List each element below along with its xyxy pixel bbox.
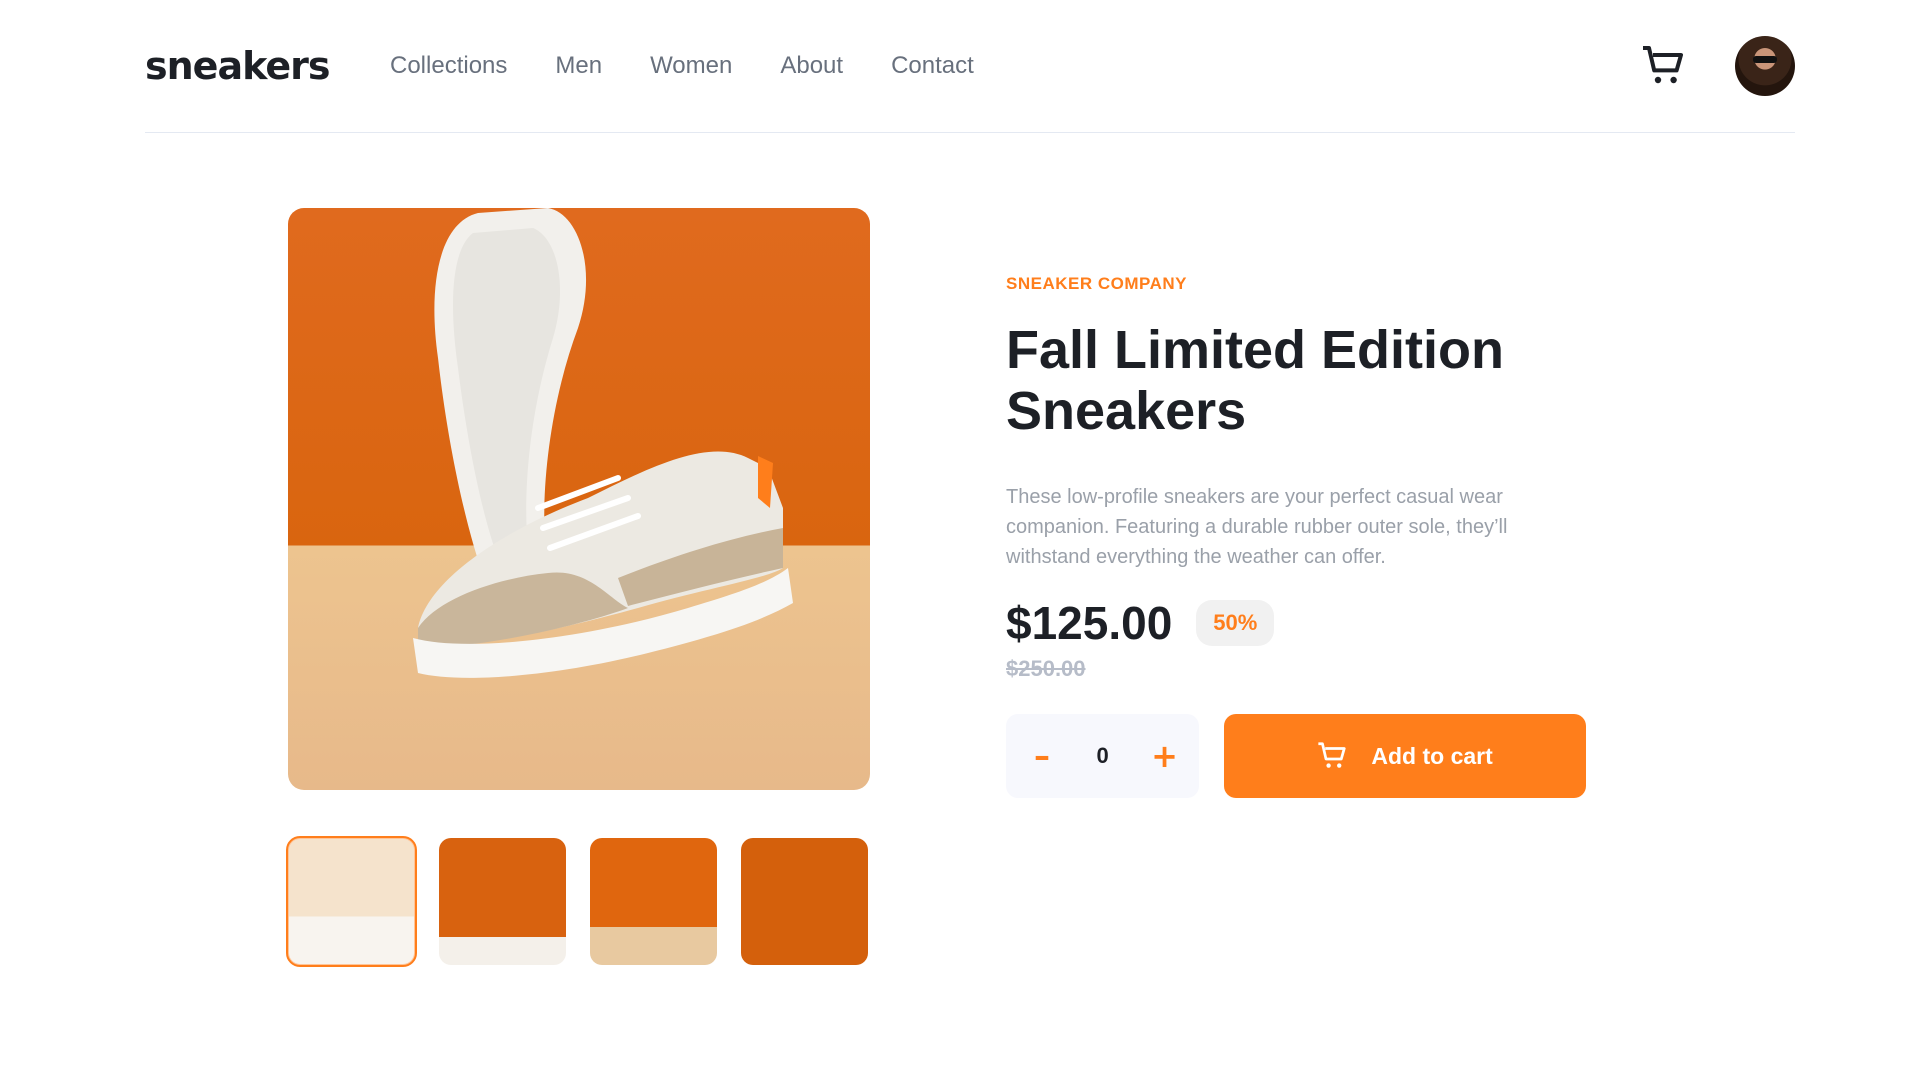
cart-actions: – 0 + Add to cart (1006, 714, 1586, 798)
product-description: These low-profile sneakers are your perf… (1006, 486, 1508, 568)
nav-item-men[interactable]: Men (555, 52, 602, 80)
nav-item-collections[interactable]: Collections (390, 52, 507, 80)
thumbnail-strip (286, 836, 868, 967)
thumbnail-2[interactable] (439, 838, 566, 965)
company-name: SNEAKER COMPANY (1006, 274, 1187, 293)
quantity-value: 0 (1096, 743, 1109, 768)
header-actions (1641, 36, 1795, 96)
price-row: $125.00 50% (1006, 596, 1586, 650)
user-avatar[interactable] (1735, 36, 1795, 96)
quantity-stepper: – 0 + (1006, 714, 1200, 798)
nav-item-women[interactable]: Women (650, 52, 732, 80)
original-price: $250.00 (1006, 656, 1086, 681)
nav-item-about[interactable]: About (780, 52, 843, 80)
nav-item-contact[interactable]: Contact (891, 52, 974, 80)
thumbnail-4[interactable] (741, 838, 868, 965)
sneaker-illustration (413, 208, 793, 678)
site-header: sneakers Collections Men Women About Con… (145, 0, 1795, 133)
product-main-image[interactable] (288, 208, 870, 790)
thumbnail-3[interactable] (590, 838, 717, 965)
cart-icon[interactable] (1641, 46, 1685, 86)
cart-icon (1318, 742, 1347, 768)
current-price: $125.00 (1006, 597, 1173, 649)
thumbnail-1[interactable] (286, 836, 417, 967)
product-info: SNEAKER COMPANY Fall Limited Edition Sne… (1006, 274, 1586, 798)
main-nav: Collections Men Women About Contact (390, 52, 974, 80)
increase-quantity-button[interactable]: + (1151, 737, 1178, 775)
brand-logo[interactable]: sneakers (145, 44, 390, 88)
add-to-cart-button[interactable]: Add to cart (1224, 714, 1586, 798)
product-title: Fall Limited Edition Sneakers (1006, 320, 1504, 441)
discount-badge: 50% (1196, 600, 1275, 646)
decrease-quantity-button[interactable]: – (1030, 737, 1054, 775)
add-to-cart-label: Add to cart (1371, 742, 1493, 769)
